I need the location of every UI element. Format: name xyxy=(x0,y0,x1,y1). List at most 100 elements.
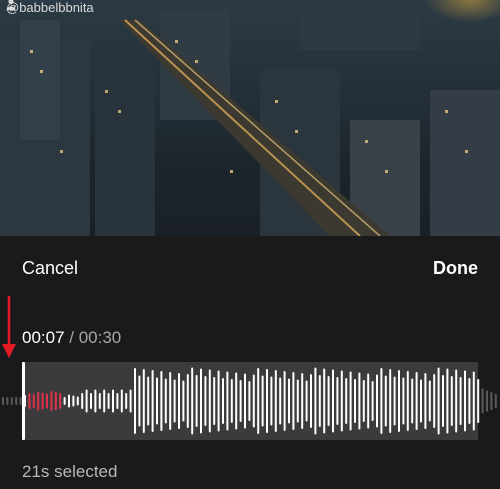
video-username: @babbelbbnita xyxy=(6,0,94,16)
waveform-bar xyxy=(450,376,453,426)
waveform-bar xyxy=(191,367,194,435)
waveform-bar xyxy=(336,377,339,425)
waveform-bar xyxy=(411,378,414,424)
waveform-bar xyxy=(169,372,172,430)
waveform-bar xyxy=(217,370,220,432)
waveform-bar xyxy=(200,368,202,434)
waveform-bar xyxy=(173,379,176,423)
waveform-bar xyxy=(76,396,79,406)
selection-duration: 21s selected xyxy=(22,462,118,481)
waveform-bar xyxy=(222,378,224,424)
waveform-bar xyxy=(85,389,88,413)
done-button[interactable]: Done xyxy=(433,258,478,279)
waveform-bar xyxy=(54,392,57,410)
waveform-bar xyxy=(112,389,114,413)
waveform-bar xyxy=(283,371,286,431)
waveform-bar xyxy=(186,374,189,428)
waveform-bar xyxy=(314,367,317,435)
waveform-bar xyxy=(279,377,282,425)
username-text: @babbelbbnita xyxy=(6,0,94,15)
user-icon xyxy=(6,0,16,10)
waveform-bar xyxy=(349,371,352,431)
waveform-bar xyxy=(468,378,471,424)
waveform-bar xyxy=(490,392,493,411)
waveform-bar xyxy=(248,381,251,421)
waveform-bar xyxy=(6,397,9,405)
waveform-bar xyxy=(195,375,198,427)
waveform-bar xyxy=(41,392,44,410)
waveform-bar xyxy=(367,373,370,429)
waveform-bar xyxy=(464,370,466,432)
waveform-bar xyxy=(305,380,308,422)
waveform-bar xyxy=(2,397,4,405)
waveform-bar xyxy=(239,380,242,422)
waveform-bar xyxy=(472,371,475,431)
waveform-bar xyxy=(310,374,312,428)
waveform-bar xyxy=(398,370,400,432)
waveform-bar xyxy=(138,375,141,427)
waveform-bar xyxy=(257,368,260,434)
waveform-bar xyxy=(358,372,361,430)
waveform-bar xyxy=(244,373,246,429)
waveform-bar xyxy=(142,369,145,433)
waveform-bar xyxy=(81,393,84,409)
waveform-bar xyxy=(63,397,66,405)
waveform-bar xyxy=(213,377,216,425)
waveform-bar xyxy=(10,397,13,405)
waveform-bar xyxy=(446,368,449,434)
waveform-bar xyxy=(129,389,132,413)
waveform-bar xyxy=(28,393,31,409)
waveform-bar xyxy=(15,397,18,405)
time-display: 00:07 / 00:30 xyxy=(22,328,121,348)
waveform-bar xyxy=(147,376,150,426)
waveform-bar xyxy=(120,389,123,413)
waveform-bar xyxy=(327,376,330,426)
waveform-bar xyxy=(252,374,255,428)
waveform-bar xyxy=(354,379,356,423)
waveform-bar xyxy=(296,379,299,423)
waveform-bar xyxy=(481,388,484,414)
video-preview: @babbelbbnita xyxy=(0,0,500,236)
waveform-bar xyxy=(261,375,264,427)
waveform-bar xyxy=(151,370,154,432)
waveform-bar xyxy=(94,389,97,413)
waveform-bar xyxy=(288,378,290,424)
waveform-bar xyxy=(323,368,326,434)
waveform-bar xyxy=(415,372,418,430)
waveform-bar xyxy=(371,381,374,421)
waveform-bar xyxy=(402,377,405,425)
waveform-bar xyxy=(486,390,488,412)
waveform-bar xyxy=(389,369,392,433)
current-time: 00:07 xyxy=(22,328,65,347)
waveform-bar xyxy=(266,369,268,433)
waveform-bar xyxy=(134,368,136,434)
waveform-bar xyxy=(103,389,106,413)
waveform-bar xyxy=(424,373,427,429)
waveform-bar xyxy=(406,371,409,431)
waveform-bar xyxy=(230,379,233,423)
waveform-bar xyxy=(235,372,238,430)
waveform-bar xyxy=(437,367,440,435)
waveform-bar xyxy=(182,380,185,422)
waveform-bar xyxy=(376,374,378,428)
time-separator: / xyxy=(64,328,79,347)
waveform-bar xyxy=(318,375,321,427)
audio-waveform[interactable] xyxy=(0,362,500,440)
waveform-bar xyxy=(332,369,334,433)
waveform-bar xyxy=(116,393,119,409)
waveform-bar xyxy=(107,393,110,409)
waveform-bar xyxy=(156,377,158,425)
waveform-bar xyxy=(380,368,383,434)
waveform-bar xyxy=(270,376,273,426)
waveform-bar xyxy=(125,393,128,409)
waveform-bar xyxy=(160,371,163,431)
waveform-bar xyxy=(164,378,167,424)
waveform-bar xyxy=(477,379,480,423)
waveform-bar xyxy=(292,372,295,430)
playhead-handle[interactable] xyxy=(22,362,25,440)
waveform-bar xyxy=(226,371,229,431)
waveform-bar xyxy=(46,393,48,409)
waveform-bar xyxy=(178,373,180,429)
waveform-bar xyxy=(72,395,75,407)
cancel-button[interactable]: Cancel xyxy=(22,258,78,279)
